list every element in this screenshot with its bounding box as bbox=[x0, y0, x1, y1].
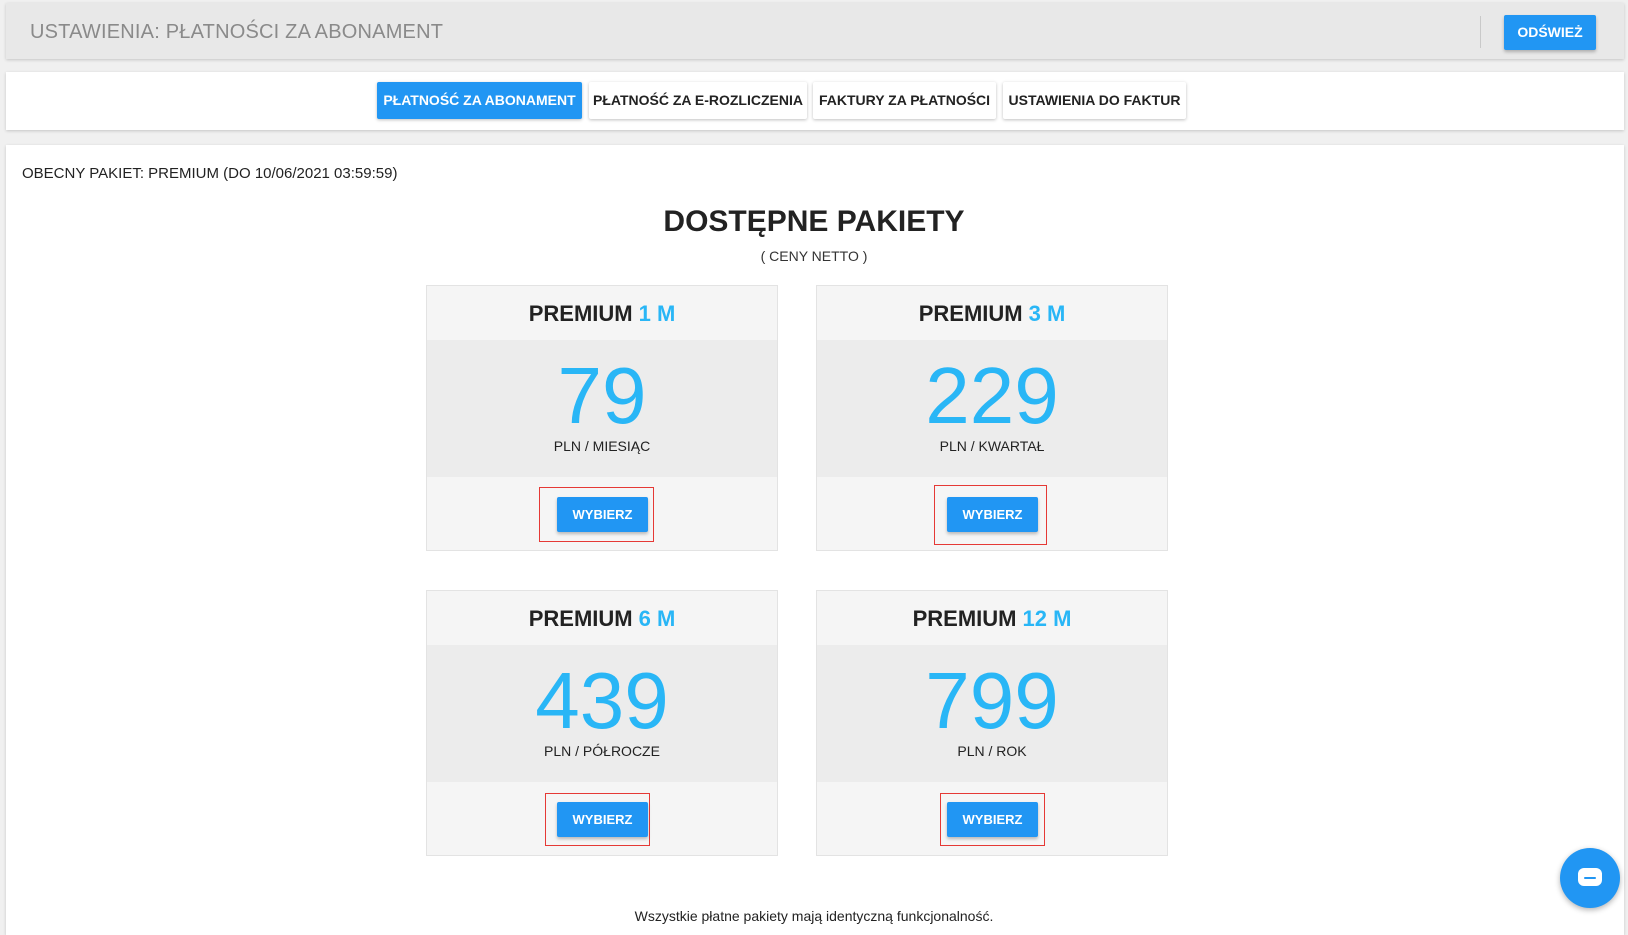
package-button-area: WYBIERZ bbox=[427, 477, 777, 550]
tabs-bar: PŁATNOŚĆ ZA ABONAMENT PŁATNOŚĆ ZA E-ROZL… bbox=[6, 72, 1624, 130]
tab-invoice-settings[interactable]: USTAWIENIA DO FAKTUR bbox=[1003, 82, 1186, 119]
section-title: DOSTĘPNE PAKIETY bbox=[663, 205, 965, 238]
package-duration: 1 M bbox=[638, 301, 676, 326]
package-card-6m: PREMIUM 6 M 439 PLN / PÓŁROCZE WYBIERZ bbox=[426, 590, 778, 856]
package-unit: PLN / KWARTAŁ bbox=[939, 438, 1045, 454]
package-button-area: WYBIERZ bbox=[817, 477, 1167, 550]
package-duration: 3 M bbox=[1028, 301, 1066, 326]
current-package-info: OBECNY PAKIET: PREMIUM (DO 10/06/2021 03… bbox=[22, 165, 398, 182]
tab-subscription-payment[interactable]: PŁATNOŚĆ ZA ABONAMENT bbox=[377, 82, 582, 119]
package-unit: PLN / MIESIĄC bbox=[553, 438, 651, 454]
select-package-button[interactable]: WYBIERZ bbox=[557, 802, 648, 837]
package-name: PREMIUM bbox=[912, 606, 1017, 631]
main-content: OBECNY PAKIET: PREMIUM (DO 10/06/2021 03… bbox=[6, 145, 1624, 935]
package-name: PREMIUM bbox=[528, 606, 633, 631]
package-unit: PLN / ROK bbox=[957, 743, 1027, 759]
package-card-1m: PREMIUM 1 M 79 PLN / MIESIĄC WYBIERZ bbox=[426, 285, 778, 551]
package-card-3m: PREMIUM 3 M 229 PLN / KWARTAŁ WYBIERZ bbox=[816, 285, 1168, 551]
package-price-area: 229 PLN / KWARTAŁ bbox=[817, 340, 1167, 477]
tab-payment-invoices[interactable]: FAKTURY ZA PŁATNOŚCI bbox=[813, 82, 996, 119]
select-package-button[interactable]: WYBIERZ bbox=[947, 802, 1038, 837]
select-package-button[interactable]: WYBIERZ bbox=[557, 497, 648, 532]
header-divider bbox=[1480, 16, 1481, 48]
tab-e-settlement-payment[interactable]: PŁATNOŚĆ ZA E-ROZLICZENIA bbox=[589, 82, 807, 119]
package-title: PREMIUM 12 M bbox=[817, 591, 1167, 645]
chat-button[interactable] bbox=[1560, 848, 1620, 908]
chat-icon bbox=[1578, 868, 1602, 886]
package-button-area: WYBIERZ bbox=[427, 782, 777, 855]
package-title: PREMIUM 3 M bbox=[817, 286, 1167, 340]
package-unit: PLN / PÓŁROCZE bbox=[544, 743, 660, 759]
refresh-button[interactable]: ODŚWIEŻ bbox=[1504, 15, 1596, 50]
section-subtitle: ( CENY NETTO ) bbox=[760, 248, 868, 264]
package-duration: 6 M bbox=[638, 606, 676, 631]
package-title: PREMIUM 1 M bbox=[427, 286, 777, 340]
package-price-area: 439 PLN / PÓŁROCZE bbox=[427, 645, 777, 782]
package-price: 439 bbox=[535, 656, 669, 745]
package-name: PREMIUM bbox=[528, 301, 633, 326]
package-price: 79 bbox=[557, 351, 647, 440]
select-package-button[interactable]: WYBIERZ bbox=[947, 497, 1038, 532]
package-price-area: 799 PLN / ROK bbox=[817, 645, 1167, 782]
package-price: 229 bbox=[925, 351, 1059, 440]
package-title: PREMIUM 6 M bbox=[427, 591, 777, 645]
package-price-area: 79 PLN / MIESIĄC bbox=[427, 340, 777, 477]
footer-note: Wszystkie płatne pakiety mają identyczną… bbox=[634, 908, 994, 924]
page-header: USTAWIENIA: PŁATNOŚCI ZA ABONAMENT ODŚWI… bbox=[6, 3, 1624, 59]
package-duration: 12 M bbox=[1022, 606, 1072, 631]
package-card-12m: PREMIUM 12 M 799 PLN / ROK WYBIERZ bbox=[816, 590, 1168, 856]
package-price: 799 bbox=[925, 656, 1059, 745]
package-name: PREMIUM bbox=[918, 301, 1023, 326]
page-title: USTAWIENIA: PŁATNOŚCI ZA ABONAMENT bbox=[30, 21, 444, 43]
package-button-area: WYBIERZ bbox=[817, 782, 1167, 855]
